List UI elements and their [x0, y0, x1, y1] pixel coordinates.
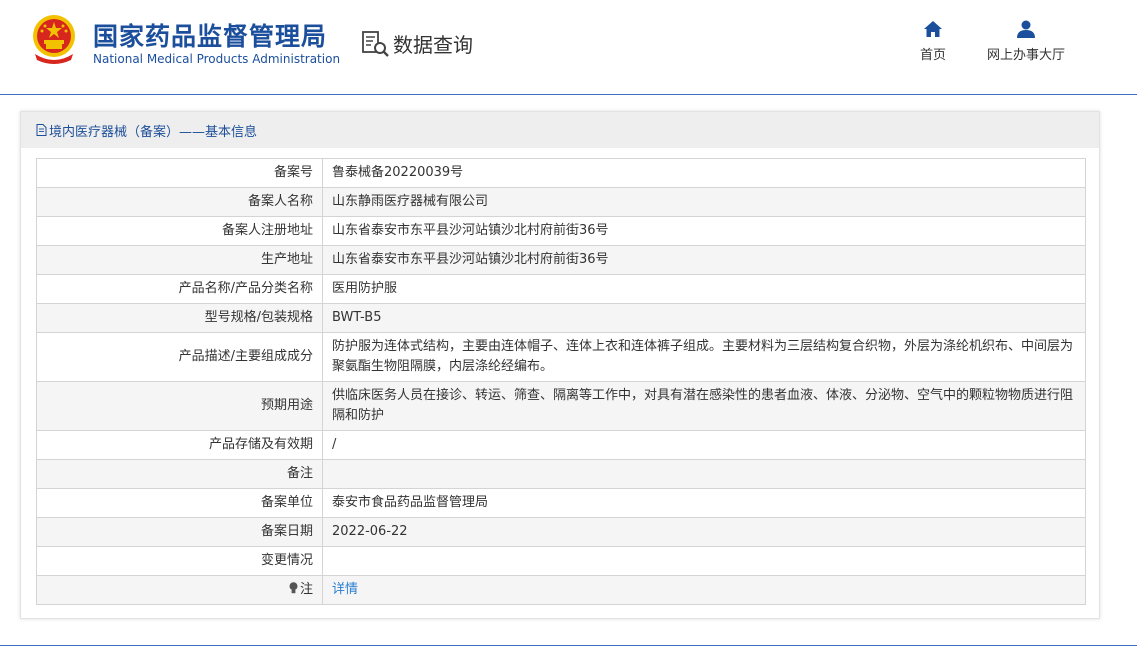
record-info-table: 备案号 鲁泰械备20220039号 备案人名称 山东静雨医疗器械有限公司 备案人… [36, 158, 1086, 605]
table-row: 预期用途 供临床医务人员在接诊、转运、筛查、隔离等工作中，对具有潜在感染性的患者… [36, 381, 1086, 431]
site-logo-subtitle: National Medical Products Administration [93, 52, 341, 66]
table-row: 备案单位 泰安市食品药品监督管理局 [36, 488, 1086, 518]
record-info-card: 境内医疗器械（备案）——基本信息 备案号 鲁泰械备20220039号 备案人名称… [20, 111, 1100, 619]
card-title: 境内医疗器械（备案）——基本信息 [49, 124, 258, 140]
field-value: 山东静雨医疗器械有限公司 [322, 187, 1086, 217]
nav-online-hall-label: 网上办事大厅 [986, 48, 1065, 63]
note-value-cell: 详情 [322, 575, 1086, 605]
table-row: 产品存储及有效期 / [36, 430, 1086, 460]
field-value: 医用防护服 [322, 274, 1086, 304]
home-icon [924, 21, 942, 37]
table-row: 产品描述/主要组成成分 防护服为连体式结构，主要由连体帽子、连体上衣和连体裤子组… [36, 332, 1086, 382]
field-label: 型号规格/包装规格 [36, 303, 323, 333]
field-value: 山东省泰安市东平县沙河站镇沙北村府前街36号 [322, 216, 1086, 246]
field-label: 变更情况 [36, 546, 323, 576]
details-link[interactable]: 详情 [332, 582, 358, 597]
document-icon [36, 124, 47, 136]
field-label: 备案单位 [36, 488, 323, 518]
field-label: 备案号 [36, 158, 323, 188]
document-search-icon [362, 30, 389, 57]
field-value: 2022-06-22 [322, 517, 1086, 547]
field-value [322, 546, 1086, 576]
user-icon [1017, 20, 1035, 38]
data-query-heading: 数据查询 [361, 29, 473, 58]
nav-home-link[interactable]: 首页 [913, 20, 953, 63]
field-value: 供临床医务人员在接诊、转运、筛查、隔离等工作中，对具有潜在感染性的患者血液、体液… [322, 381, 1086, 431]
field-label: 备案日期 [36, 517, 323, 547]
table-row: 备案号 鲁泰械备20220039号 [36, 158, 1086, 188]
nav-online-hall-link[interactable]: 网上办事大厅 [980, 20, 1072, 63]
table-row: 型号规格/包装规格 BWT-B5 [36, 303, 1086, 333]
field-value: 防护服为连体式结构，主要由连体帽子、连体上衣和连体裤子组成。主要材料为三层结构复… [322, 332, 1086, 382]
field-label: 产品描述/主要组成成分 [36, 332, 323, 382]
field-value [322, 459, 1086, 489]
table-row: 备案人名称 山东静雨医疗器械有限公司 [36, 187, 1086, 217]
table-row: 备案日期 2022-06-22 [36, 517, 1086, 547]
national-emblem-icon [33, 15, 75, 64]
footer-divider [0, 645, 1137, 646]
table-row: 变更情况 [36, 546, 1086, 576]
site-logo-title: 国家药品监督管理局 [93, 22, 328, 51]
card-header: 境内医疗器械（备案）——基本信息 [21, 112, 1099, 148]
field-label: 备案人名称 [36, 187, 323, 217]
data-query-label: 数据查询 [393, 33, 473, 57]
table-row: 备案人注册地址 山东省泰安市东平县沙河站镇沙北村府前街36号 [36, 216, 1086, 246]
field-value: 山东省泰安市东平县沙河站镇沙北村府前街36号 [322, 245, 1086, 275]
note-label-cell: 注 [36, 575, 323, 605]
lightbulb-icon [289, 582, 298, 594]
field-label: 注 [299, 582, 313, 597]
field-label: 备注 [36, 459, 323, 489]
table-row: 产品名称/产品分类名称 医用防护服 [36, 274, 1086, 304]
field-label: 生产地址 [36, 245, 323, 275]
field-label: 预期用途 [36, 381, 323, 431]
table-row: 生产地址 山东省泰安市东平县沙河站镇沙北村府前街36号 [36, 245, 1086, 275]
table-row: 备注 [36, 459, 1086, 489]
field-value: 鲁泰械备20220039号 [322, 158, 1086, 188]
field-value: BWT-B5 [322, 303, 1086, 333]
table-row: 注 详情 [36, 575, 1086, 605]
header-divider [0, 94, 1137, 95]
field-value: / [322, 430, 1086, 460]
field-value: 泰安市食品药品监督管理局 [322, 488, 1086, 518]
field-label: 备案人注册地址 [36, 216, 323, 246]
field-label: 产品存储及有效期 [36, 430, 323, 460]
field-label: 产品名称/产品分类名称 [36, 274, 323, 304]
site-header: 国家药品监督管理局 National Medical Products Admi… [0, 0, 1137, 94]
nav-home-label: 首页 [919, 48, 946, 63]
